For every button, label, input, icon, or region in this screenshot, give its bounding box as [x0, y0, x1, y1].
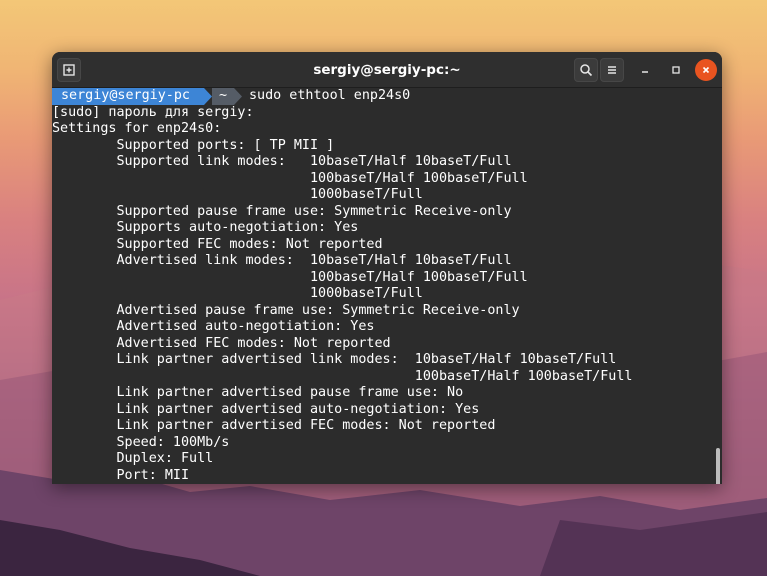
prompt-directory: ~	[212, 88, 234, 105]
output-line: Link partner advertised FEC modes: Not r…	[52, 418, 496, 433]
output-line: Settings for enp24s0:	[52, 121, 222, 136]
minimize-icon	[642, 71, 648, 73]
output-line: [sudo] пароль для sergiy:	[52, 104, 254, 120]
terminal-area[interactable]: sergiy@sergiy-pc ~ sudo ethtool enp24s0 …	[52, 88, 722, 484]
close-icon	[702, 66, 710, 74]
output-line: Duplex: Full	[52, 451, 214, 466]
titlebar[interactable]: sergiy@sergiy-pc:~	[52, 52, 722, 88]
maximize-button[interactable]	[666, 60, 686, 80]
prompt-line: sergiy@sergiy-pc ~ sudo ethtool enp24s0	[52, 88, 722, 105]
output-line: Link partner advertised pause frame use:…	[52, 385, 464, 400]
output-line: Advertised FEC modes: Not reported	[52, 335, 391, 351]
output-line: Advertised link modes: 10baseT/Half 10ba…	[52, 253, 512, 268]
output-line: Advertised auto-negotiation: Yes	[52, 319, 375, 334]
output-line: 100baseT/Half 100baseT/Full	[52, 269, 528, 285]
close-button[interactable]	[695, 59, 717, 81]
scrollbar-thumb[interactable]	[716, 448, 720, 484]
minimize-button[interactable]	[635, 60, 655, 80]
output-line: 1000baseT/Full	[52, 187, 423, 202]
output-line: Supported FEC modes: Not reported	[52, 236, 383, 252]
command-text: sudo ethtool enp24s0	[249, 88, 411, 103]
new-tab-button[interactable]	[57, 58, 81, 82]
hamburger-menu-icon	[608, 66, 616, 74]
output-line: Link partner advertised auto-negotiation…	[52, 401, 480, 417]
prompt-user-host: sergiy@sergiy-pc	[52, 88, 204, 105]
search-icon	[580, 64, 593, 77]
output-line: 100baseT/Half 100baseT/Full	[52, 368, 633, 384]
output-line: Advertised pause frame use: Symmetric Re…	[52, 302, 520, 318]
menu-button[interactable]	[600, 58, 624, 82]
output-line: Link partner advertised link modes: 10ba…	[52, 352, 617, 367]
new-tab-icon	[63, 64, 75, 76]
output-line: 1000baseT/Full	[52, 286, 423, 301]
output-line: Supports auto-negotiation: Yes	[52, 220, 359, 235]
output-line: Supported link modes: 10baseT/Half 10bas…	[52, 154, 512, 169]
output-line: Speed: 100Mb/s	[52, 434, 230, 450]
terminal-window: sergiy@sergiy-pc:~ sergiy@sergiy-pc ~ su…	[52, 52, 722, 484]
output-line: Port: MII	[52, 467, 190, 483]
output-line: Supported pause frame use: Symmetric Rec…	[52, 203, 512, 219]
prompt-separator-icon	[204, 88, 212, 105]
prompt-separator-icon	[234, 88, 242, 105]
output-line: 100baseT/Half 100baseT/Full	[52, 170, 528, 186]
maximize-icon	[672, 66, 680, 74]
output-line: Supported ports: [ TP MII ]	[52, 137, 335, 153]
search-button[interactable]	[574, 58, 598, 82]
